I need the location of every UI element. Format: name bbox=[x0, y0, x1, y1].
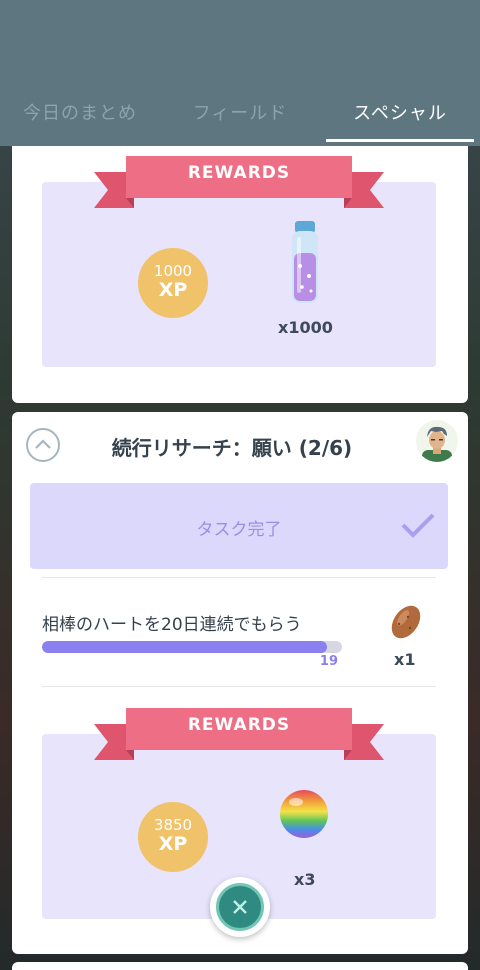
tab-bar: 今日のまとめ フィールド スペシャル bbox=[0, 96, 480, 142]
tab-special[interactable]: スペシャル bbox=[320, 96, 480, 142]
tab-field[interactable]: フィールド bbox=[160, 96, 320, 142]
nanab-berry-icon bbox=[391, 605, 421, 639]
close-button-inner bbox=[216, 883, 264, 931]
header: 今日のまとめ フィールド スペシャル bbox=[0, 0, 480, 146]
xp-amount: 1000 bbox=[153, 262, 193, 280]
reward-card: REWARDS 1000 XP x1000 bbox=[12, 146, 468, 403]
rewards-banner: REWARDS bbox=[94, 706, 384, 760]
rewards-box bbox=[42, 182, 436, 367]
next-card bbox=[12, 962, 468, 970]
xp-reward: 3850 XP bbox=[138, 802, 208, 872]
research-card: 続行リサーチ：願い (2/6) タスク完了 相棒のハートを20日連続でもらう 1… bbox=[12, 412, 468, 954]
task-progress-fill bbox=[42, 641, 327, 653]
professor-icon bbox=[422, 426, 452, 462]
checkmark-icon bbox=[401, 513, 435, 538]
rewards-title: REWARDS bbox=[187, 163, 291, 183]
tab-today-summary[interactable]: 今日のまとめ bbox=[0, 96, 160, 142]
task-complete-banner: タスク完了 bbox=[30, 483, 448, 569]
candy-quantity: x3 bbox=[294, 870, 316, 889]
rewards-title: REWARDS bbox=[187, 715, 291, 735]
chevron-up-icon bbox=[35, 439, 51, 449]
close-icon bbox=[233, 900, 247, 914]
stardust-bottle-icon bbox=[292, 221, 318, 303]
divider bbox=[42, 686, 436, 687]
task-description: 相棒のハートを20日連続でもらう bbox=[42, 615, 302, 635]
professor-avatar bbox=[416, 420, 458, 462]
stardust-quantity: x1000 bbox=[278, 318, 333, 337]
xp-amount: 3850 bbox=[153, 816, 193, 834]
rewards-banner: REWARDS bbox=[94, 154, 384, 208]
task-reward-quantity: x1 bbox=[394, 650, 416, 669]
xp-reward: 1000 XP bbox=[138, 248, 208, 318]
task-progress-bar bbox=[42, 641, 342, 653]
collapse-button[interactable] bbox=[26, 428, 60, 462]
task-progress-count: 19 bbox=[319, 654, 338, 669]
close-button[interactable] bbox=[210, 877, 270, 937]
research-title: 続行リサーチ：願い (2/6) bbox=[111, 436, 353, 460]
divider bbox=[42, 577, 436, 578]
xp-label: XP bbox=[158, 833, 188, 855]
rare-candy-icon bbox=[280, 790, 328, 838]
xp-label: XP bbox=[158, 279, 188, 301]
task-complete-label: タスク完了 bbox=[196, 520, 282, 540]
